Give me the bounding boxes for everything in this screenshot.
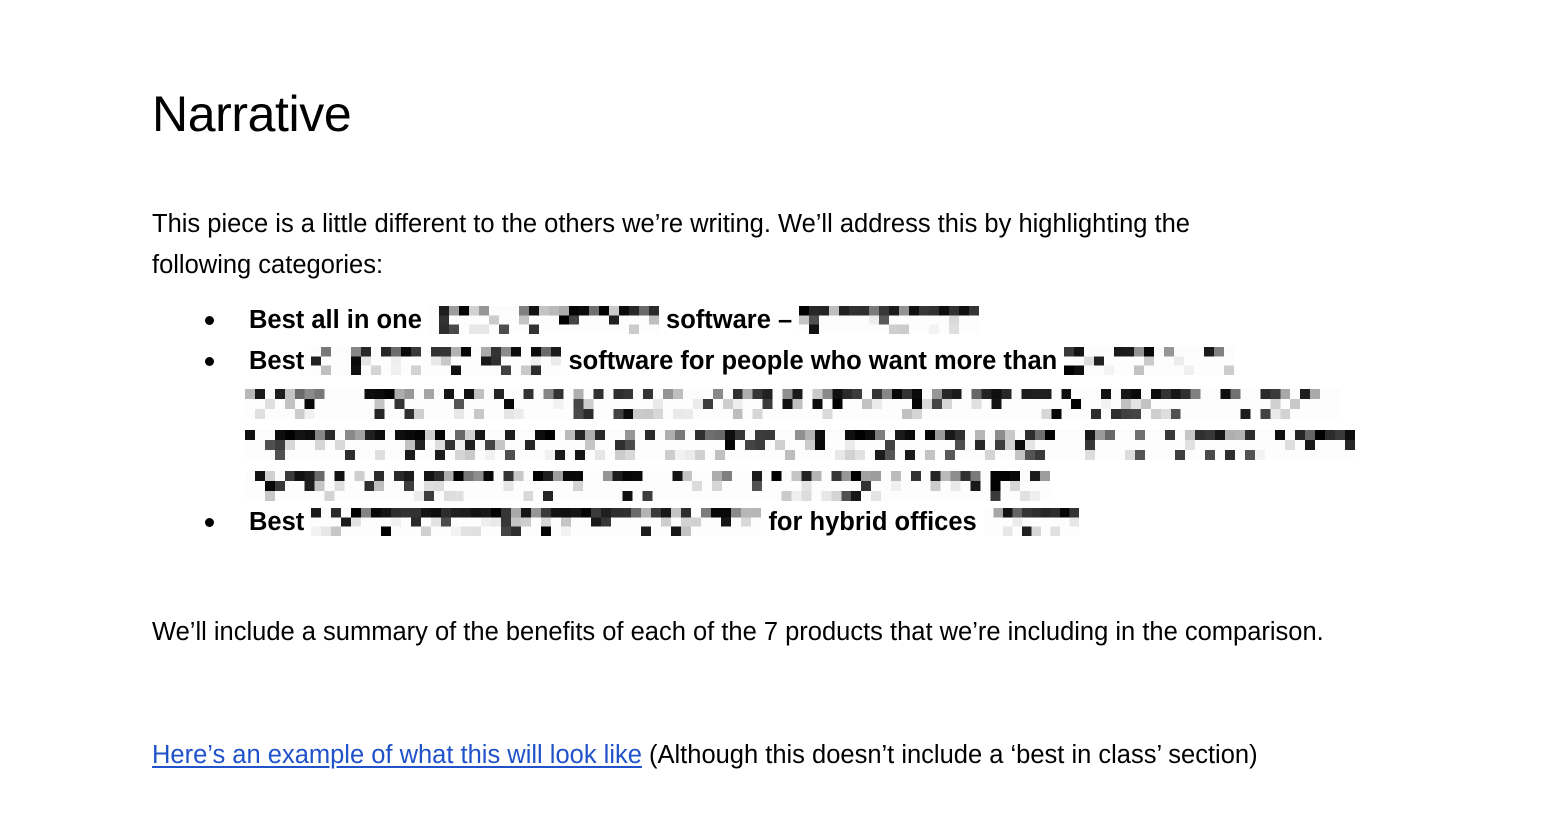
bullet-dot-icon [205,357,214,366]
bullet-1-middle: software – [658,306,800,334]
redacted-text-line [245,471,1050,501]
link-paragraph: Here’s an example of what this will look… [152,735,1372,776]
intro-paragraph: This piece is a little different to the … [152,209,1190,279]
list-item: Best all in one software – [152,300,1392,341]
bullet-dot-icon [205,316,214,325]
list-item: Best software for people who want more t… [152,341,1392,382]
bullet-3-prefix: Best [249,508,312,536]
summary-paragraph: We’ll include a summary of the benefits … [152,617,1324,646]
page-title: Narrative [152,85,352,142]
redacted-paragraph-block [245,389,1355,512]
bullet-3-middle: for hybrid offices [761,508,984,536]
redacted-text-block [799,306,980,334]
redacted-text-block [311,347,562,375]
bullet-dot-icon [205,518,214,527]
redacted-text-line [245,430,1355,460]
bullet-2-prefix: Best [249,347,312,375]
redacted-text-block [428,306,659,334]
redacted-text-block [1064,347,1235,375]
bullet-2-middle: software for people who want more than [561,347,1065,375]
document-canvas: Narrative This piece is a little differe… [0,0,1564,814]
redacted-text-line [245,389,1340,419]
link-trailing-text: (Although this doesn’t include a ‘best i… [641,740,1258,769]
bullet-1-prefix: Best all in one [249,306,429,334]
example-link[interactable]: Here’s an example of what this will look… [152,741,642,769]
redacted-text-block [983,508,1079,536]
redacted-text-block [311,508,762,536]
